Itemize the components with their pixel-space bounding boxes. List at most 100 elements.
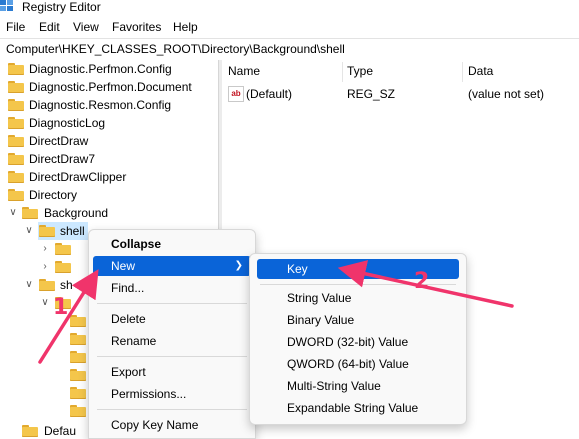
submenu-item-label: DWORD (32-bit) Value: [287, 335, 409, 349]
registry-editor-icon: [0, 0, 13, 11]
tree-item[interactable]: Diagnostic.Perfmon.Document: [0, 78, 218, 96]
string-value-icon: ab: [228, 86, 244, 102]
menu-bar: File Edit View Favorites Help: [0, 17, 579, 38]
tree-item[interactable]: DiagnosticLog: [0, 114, 218, 132]
menu-item-delete[interactable]: Delete: [93, 309, 251, 329]
tree-item-label: Diagnostic.Resmon.Config: [29, 98, 172, 112]
column-header-type[interactable]: Type: [347, 64, 373, 79]
menu-item-find[interactable]: Find...: [93, 278, 251, 298]
submenu-item-label: String Value: [287, 291, 352, 305]
folder-icon: [8, 63, 24, 75]
menu-item-rename[interactable]: Rename: [93, 331, 251, 351]
submenu-item-qword-value[interactable]: QWORD (64-bit) Value: [257, 354, 459, 374]
new-submenu: Key String Value Binary Value DWORD (32-…: [249, 253, 467, 425]
folder-icon: [8, 189, 24, 201]
tree-item[interactable]: DirectDraw7: [0, 150, 218, 168]
menu-file[interactable]: File: [6, 20, 25, 35]
menu-edit[interactable]: Edit: [39, 20, 60, 35]
chevron-down-icon[interactable]: ∨: [24, 279, 34, 291]
tree-item-label: DirectDraw7: [29, 152, 96, 166]
folder-open-icon: [39, 279, 55, 291]
address-bar[interactable]: Computer\HKEY_CLASSES_ROOT\Directory\Bac…: [0, 38, 579, 61]
tree-item-label: Defau: [44, 424, 77, 437]
tree-item-background[interactable]: ∨ Background: [0, 204, 218, 222]
tree-item[interactable]: DirectDrawClipper: [0, 168, 218, 186]
value-type: REG_SZ: [347, 87, 396, 101]
value-data: (value not set): [468, 87, 545, 101]
address-path[interactable]: Computer\HKEY_CLASSES_ROOT\Directory\Bac…: [6, 42, 345, 57]
folder-open-icon: [39, 225, 55, 237]
annotation-step-2: 2: [414, 269, 430, 294]
folder-icon: [70, 369, 86, 381]
tree-item-label: sh: [60, 278, 73, 292]
menu-item-permissions[interactable]: Permissions...: [93, 384, 251, 404]
tree-item-label: shell: [60, 224, 85, 238]
chevron-down-icon[interactable]: ∨: [40, 297, 50, 309]
submenu-item-multi-string-value[interactable]: Multi-String Value: [257, 376, 459, 396]
context-menu: Collapse New ❯ Find... Delete Rename Exp…: [88, 229, 256, 439]
menu-item-label: Copy Key Name: [111, 418, 199, 432]
tree-item-label: Diagnostic.Perfmon.Config: [29, 62, 172, 76]
menu-item-label: Delete: [111, 312, 146, 326]
folder-open-icon: [22, 207, 38, 219]
menu-item-label: Find...: [111, 281, 145, 295]
menu-favorites[interactable]: Favorites: [112, 20, 161, 35]
tree-item[interactable]: Diagnostic.Resmon.Config: [0, 96, 218, 114]
menu-item-label: New: [111, 259, 136, 273]
chevron-right-icon[interactable]: ›: [40, 261, 50, 273]
folder-icon: [8, 117, 24, 129]
column-divider[interactable]: [342, 62, 343, 82]
annotation-step-1: 1: [53, 295, 69, 320]
menu-item-label: Permissions...: [111, 387, 187, 401]
folder-icon: [8, 171, 24, 183]
folder-icon: [55, 243, 71, 255]
submenu-item-label: Key: [287, 262, 308, 276]
menu-item-label: Export: [111, 365, 146, 379]
chevron-right-icon[interactable]: ›: [40, 243, 50, 255]
column-header-name[interactable]: Name: [228, 64, 260, 79]
value-name: (Default): [246, 87, 293, 101]
tree-item-label: DiagnosticLog: [29, 116, 106, 130]
tree-item-label: Background: [44, 206, 109, 220]
folder-icon: [55, 261, 71, 273]
folder-icon: [22, 425, 38, 437]
tree-item[interactable]: DirectDraw: [0, 132, 218, 150]
submenu-item-expandable-string-value[interactable]: Expandable String Value: [257, 398, 459, 418]
chevron-down-icon[interactable]: ∨: [24, 225, 34, 237]
column-divider[interactable]: [462, 62, 463, 82]
column-header-data[interactable]: Data: [468, 64, 493, 79]
chevron-down-icon[interactable]: ∨: [8, 207, 18, 219]
folder-icon: [70, 333, 86, 345]
tree-item[interactable]: Diagnostic.Perfmon.Config: [0, 60, 218, 78]
menu-item-export[interactable]: Export: [93, 362, 251, 382]
tree-item[interactable]: Directory: [0, 186, 218, 204]
submenu-item-label: Multi-String Value: [287, 379, 381, 393]
folder-icon: [70, 315, 86, 327]
tree-item-label: Diagnostic.Perfmon.Document: [29, 80, 192, 94]
folder-icon: [8, 99, 24, 111]
menu-separator: [97, 356, 247, 357]
menu-item-new[interactable]: New ❯: [93, 256, 251, 276]
tree-item-label: DirectDraw: [29, 134, 89, 148]
folder-icon: [70, 351, 86, 363]
menu-item-label: Collapse: [111, 237, 162, 251]
chevron-right-icon: ❯: [234, 260, 243, 271]
menu-view[interactable]: View: [73, 20, 99, 35]
submenu-item-label: Binary Value: [287, 313, 355, 327]
tree-item-label: Directory: [29, 188, 78, 202]
submenu-item-binary-value[interactable]: Binary Value: [257, 310, 459, 330]
menu-help[interactable]: Help: [173, 20, 198, 35]
submenu-item-label: Expandable String Value: [287, 401, 419, 415]
folder-icon: [8, 135, 24, 147]
menu-item-copy-key-name[interactable]: Copy Key Name: [93, 415, 251, 435]
title-bar: Registry Editor: [0, 0, 579, 17]
menu-item-collapse[interactable]: Collapse: [93, 234, 251, 254]
tree-item-label: DirectDrawClipper: [29, 170, 127, 184]
folder-icon: [70, 387, 86, 399]
window-title: Registry Editor: [22, 0, 101, 14]
submenu-item-dword-value[interactable]: DWORD (32-bit) Value: [257, 332, 459, 352]
menu-item-label: Rename: [111, 334, 157, 348]
folder-icon: [8, 81, 24, 93]
menu-separator: [97, 303, 247, 304]
folder-icon: [70, 405, 86, 417]
